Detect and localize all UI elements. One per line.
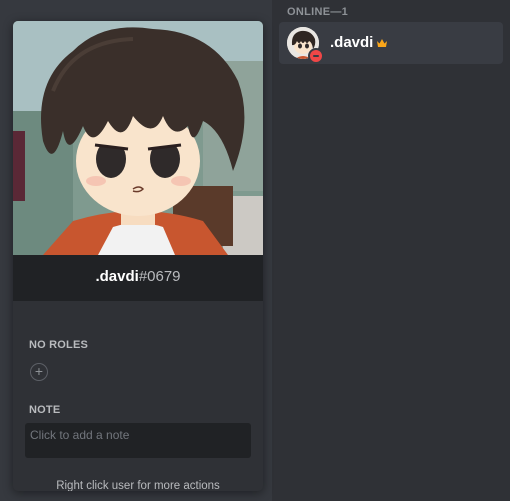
- profile-avatar-large[interactable]: [13, 21, 263, 255]
- note-input[interactable]: [25, 423, 251, 458]
- profile-username[interactable]: .davdi: [95, 268, 138, 285]
- member-group-header: ONLINE—1: [287, 6, 349, 18]
- footer-hint: Right click user for more actions: [56, 480, 220, 491]
- profile-name-bar: .davdi#0679: [13, 255, 263, 301]
- roles-section-title: NO ROLES: [29, 339, 89, 351]
- profile-discriminator: #0679: [138, 268, 181, 285]
- user-profile-popout: .davdi#0679 NO ROLES + NOTE Right click …: [13, 21, 263, 491]
- note-section-title: NOTE: [29, 404, 61, 416]
- add-role-button[interactable]: +: [30, 363, 48, 381]
- discord-window: .davdi#0679 NO ROLES + NOTE Right click …: [0, 0, 510, 501]
- member-name: .davdi: [330, 34, 374, 51]
- profile-body: NO ROLES + NOTE Right click user for mor…: [13, 301, 263, 491]
- crown-icon: [377, 39, 387, 47]
- member-list-item[interactable]: .davdi: [279, 22, 503, 64]
- dnd-status-icon: [308, 48, 324, 64]
- member-list-panel: [272, 0, 510, 501]
